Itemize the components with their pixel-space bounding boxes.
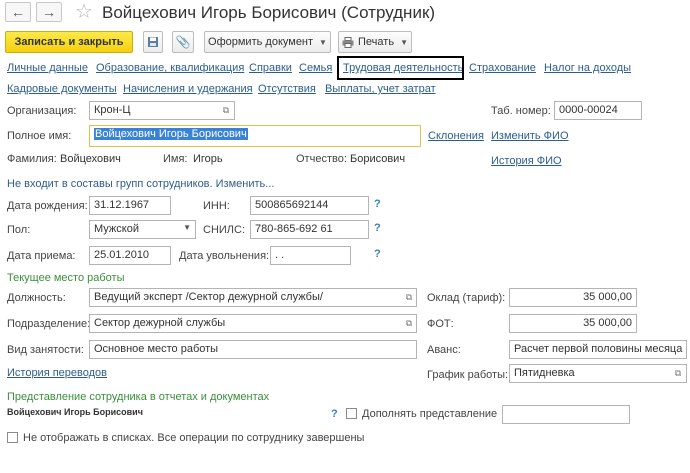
back-button[interactable]: ← — [5, 2, 31, 22]
tab-num-label: Таб. номер: — [491, 105, 551, 117]
tab-num-field[interactable]: 0000-00024 — [554, 101, 642, 120]
snils-field[interactable]: 780-865-692 61 — [250, 220, 369, 239]
groups-link[interactable]: Не входит в составы групп сотрудников. И… — [7, 178, 274, 190]
arrow-left-icon: ← — [11, 4, 25, 20]
print-dropdown-button[interactable]: Печать ▼ — [338, 31, 412, 53]
forward-button[interactable]: → — [36, 2, 62, 22]
oklad-label: Оклад (тариф): — [427, 292, 506, 304]
floppy-icon — [148, 37, 158, 47]
chevron-down-icon: ▼ — [319, 37, 327, 47]
priem-field[interactable]: 25.01.2010 — [89, 246, 171, 265]
tab-highlight-frame — [337, 56, 464, 80]
chevron-down-icon: ▼ — [183, 223, 191, 232]
hide-label: Не отображать в списках. Все операции по… — [23, 432, 365, 444]
fullname-value: Войцехович Игорь Борисович — [94, 128, 248, 140]
dopoln-checkbox[interactable] — [346, 408, 357, 419]
oformit-label: Оформить документ — [208, 36, 314, 48]
tab-semya[interactable]: Семья — [299, 62, 332, 74]
imya-value: Игорь — [193, 153, 223, 165]
vid-field[interactable]: Основное место работы — [89, 340, 417, 359]
otchestvo-value: Борисович — [350, 153, 406, 165]
tab-vyplaty[interactable]: Выплаты, учет затрат — [325, 83, 436, 95]
help-icon[interactable]: ? — [331, 408, 338, 420]
attach-button[interactable]: 📎 — [172, 31, 194, 53]
fot-field[interactable]: 35 000,00 — [509, 314, 637, 333]
repr-name: Войцехович Игорь Борисович — [7, 407, 143, 417]
paperclip-icon: 📎 — [175, 35, 191, 49]
grafik-field[interactable]: Пятидневка — [509, 364, 687, 383]
tab-nalog[interactable]: Налог на доходы — [544, 62, 631, 74]
avans-label: Аванс: — [427, 344, 461, 356]
star-icon[interactable]: ☆ — [75, 1, 93, 23]
printer-icon — [342, 36, 354, 48]
istoria-perevodov-link[interactable]: История переводов — [7, 367, 107, 379]
save-button[interactable] — [143, 31, 163, 53]
tab-kadrovye[interactable]: Кадровые документы — [7, 83, 117, 95]
pol-select[interactable]: Мужской ▼ — [89, 220, 196, 239]
grafik-label: График работы: — [427, 369, 509, 381]
page-title: Войцехович Игорь Борисович (Сотрудник) — [102, 3, 436, 22]
hide-checkbox[interactable] — [7, 432, 18, 443]
pol-value: Мужской — [94, 223, 139, 235]
uvol-field[interactable]: . . — [270, 246, 351, 265]
vid-label: Вид занятости: — [7, 344, 84, 356]
open-icon[interactable]: ⧉ — [672, 367, 684, 379]
istoria-fio-link[interactable]: История ФИО — [491, 155, 562, 167]
imya-label: Имя: — [163, 153, 188, 165]
help-icon[interactable]: ? — [374, 248, 381, 260]
org-label: Организация: — [7, 105, 77, 117]
open-icon[interactable]: ⧉ — [403, 291, 415, 303]
familia-label: Фамилия: — [7, 153, 57, 165]
oformit-dropdown-button[interactable]: Оформить документ ▼ — [204, 31, 331, 53]
avans-field[interactable]: Расчет первой половины месяца — [509, 340, 687, 359]
dolzh-label: Должность: — [7, 292, 66, 304]
uvol-label: Дата увольнения: — [179, 250, 270, 262]
inn-label: ИНН: — [203, 200, 230, 212]
oklad-field[interactable]: 35 000,00 — [509, 288, 637, 307]
arrow-right-icon: → — [42, 4, 56, 20]
tab-nachisleniya[interactable]: Начисления и удержания — [123, 83, 253, 95]
tab-strahovanie[interactable]: Страхование — [469, 62, 536, 74]
repr-section-title: Представление сотрудника в отчетах и док… — [7, 391, 270, 403]
izm-fio-link[interactable]: Изменить ФИО — [491, 130, 569, 142]
priem-label: Дата приема: — [7, 250, 76, 262]
tab-spravki[interactable]: Справки — [249, 62, 292, 74]
fullname-field[interactable]: Войцехович Игорь Борисович — [89, 125, 421, 147]
familia-value: Войцехович — [60, 153, 121, 165]
tab-otsutstviya[interactable]: Отсутствия — [258, 83, 316, 95]
fot-label: ФОТ: — [427, 318, 454, 330]
print-label: Печать — [358, 36, 395, 48]
sklon-link[interactable]: Склонения — [428, 130, 484, 142]
fullname-label: Полное имя: — [7, 130, 72, 142]
birth-field[interactable]: 31.12.1967 — [89, 196, 171, 215]
save-close-button[interactable]: Записать и закрыть — [5, 31, 133, 53]
tab-obrazovanie[interactable]: Образование, квалификация — [96, 62, 244, 74]
dopoln-label: Дополнять представление — [362, 408, 498, 420]
birth-label: Дата рождения: — [7, 200, 88, 212]
org-field[interactable]: Крон-Ц — [89, 101, 235, 120]
pol-label: Пол: — [7, 224, 31, 236]
podr-label: Подразделение: — [7, 318, 91, 330]
snils-label: СНИЛС: — [203, 224, 246, 236]
dopoln-field[interactable] — [502, 405, 630, 424]
open-icon[interactable]: ⧉ — [220, 104, 232, 116]
inn-field[interactable]: 500865692144 — [250, 196, 369, 215]
help-icon[interactable]: ? — [374, 222, 381, 234]
podr-field[interactable]: Сектор дежурной службы — [89, 314, 417, 333]
otchestvo-label: Отчество: — [296, 153, 347, 165]
work-section-title: Текущее место работы — [7, 272, 125, 284]
help-icon[interactable]: ? — [374, 198, 381, 210]
chevron-down-icon: ▼ — [400, 37, 408, 47]
open-icon[interactable]: ⧉ — [403, 317, 415, 329]
dolzh-field[interactable]: Ведущий эксперт /Сектор дежурной службы/ — [89, 288, 417, 307]
tab-lichnye-dannye[interactable]: Личные данные — [7, 62, 88, 74]
